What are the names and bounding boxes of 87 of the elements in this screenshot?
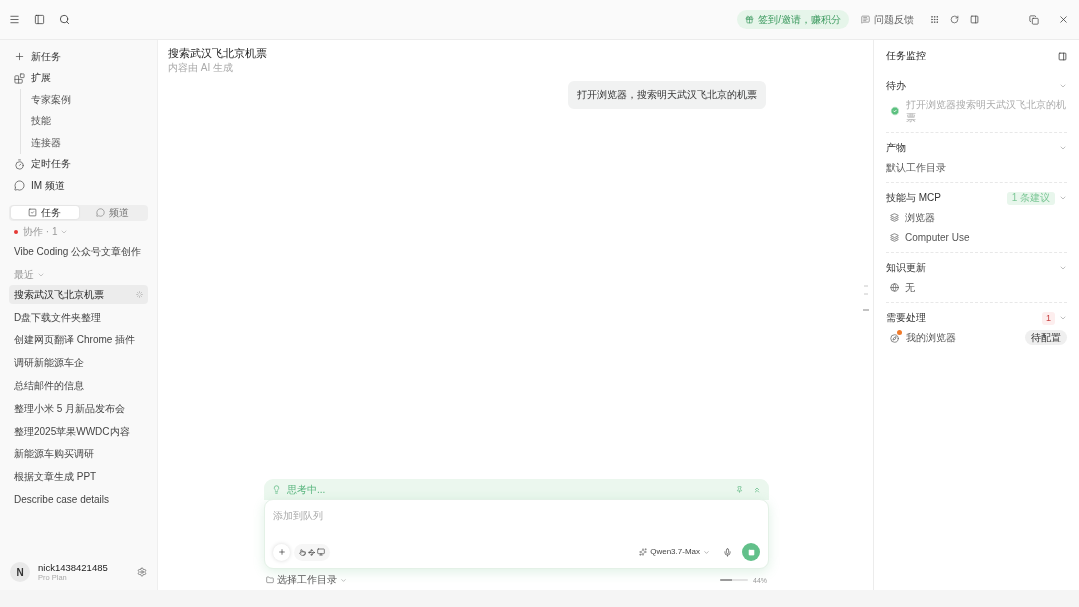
refresh-icon[interactable] xyxy=(950,15,959,24)
monitor-item-text: 浏览器 xyxy=(905,210,936,224)
tools-button[interactable] xyxy=(294,543,330,561)
monitor-item-text: Computer Use xyxy=(905,230,971,244)
sidebar-tab[interactable]: 任务 xyxy=(10,206,79,219)
task-item[interactable]: 总结邮件的信息 xyxy=(9,376,148,396)
nav-item[interactable]: 扩展 xyxy=(9,67,148,89)
plus-icon xyxy=(14,51,25,63)
feedback-icon xyxy=(861,15,870,24)
grip-icon[interactable] xyxy=(930,15,939,24)
stop-button[interactable] xyxy=(742,543,760,561)
waypoints-icon xyxy=(308,548,315,556)
task-item[interactable]: 新能源车购买调研 xyxy=(9,444,148,464)
section-title: 知识更新 xyxy=(886,263,926,273)
add-button[interactable] xyxy=(273,543,290,561)
sparkle-icon xyxy=(639,548,648,556)
chevron-down-icon[interactable] xyxy=(1059,264,1067,272)
chat-bubble-icon xyxy=(14,180,25,192)
task-item[interactable]: 调研新能源车企 xyxy=(9,353,148,373)
nav-subitem[interactable]: 专家案例 xyxy=(31,89,148,111)
menu-icon[interactable] xyxy=(9,14,20,25)
section-title: 需要处理 xyxy=(886,313,926,323)
globe-icon xyxy=(890,282,899,292)
sidebar-tab[interactable]: 频道 xyxy=(78,206,147,219)
conversation-title: 搜索武汉飞北京机票 xyxy=(168,48,268,59)
panel-title: 任务监控 xyxy=(886,51,926,61)
queue-input[interactable]: 添加到队列 xyxy=(273,508,760,522)
chevron-down-icon xyxy=(703,548,710,556)
blocks-icon xyxy=(14,72,25,84)
restore-window-icon[interactable] xyxy=(1029,14,1039,25)
monitor-item-text: 默认工作目录 xyxy=(886,160,947,174)
gift-icon xyxy=(745,15,755,24)
section-title: 待办 xyxy=(886,81,906,91)
sidebar-toggle-icon[interactable] xyxy=(34,14,45,25)
lightbulb-icon xyxy=(272,485,281,494)
chevron-down-icon xyxy=(340,576,347,584)
folder-icon xyxy=(266,576,274,584)
panel-icon[interactable] xyxy=(1058,51,1067,61)
status-text: 思考中... xyxy=(287,484,326,495)
monitor-item-text: 无 xyxy=(905,280,916,294)
compass-icon xyxy=(890,333,899,343)
count-badge: 1 xyxy=(1042,311,1055,325)
user-name: nick1438421485 xyxy=(38,562,109,572)
ai-disclaimer: 内容由 AI 生成 xyxy=(168,63,234,73)
model-selector[interactable]: Qwen3.7-Max xyxy=(639,548,710,556)
message-bubble: 打开浏览器，搜索明天武汉飞北京的机票 xyxy=(568,81,766,109)
monitor-item-text: 我的浏览器 xyxy=(906,331,957,344)
settings-icon[interactable] xyxy=(137,567,147,577)
timer-icon xyxy=(14,158,25,170)
dash-marks-icon xyxy=(863,285,869,311)
stop-icon xyxy=(747,548,755,556)
layers-icon xyxy=(890,232,899,242)
nav-subitem[interactable]: 连接器 xyxy=(31,132,148,154)
nav-item[interactable]: 新任务 xyxy=(9,46,148,68)
monitor-item-text: 打开浏览器搜索明天武汉飞北京的机票 xyxy=(906,98,1067,124)
chevron-down-icon[interactable] xyxy=(1059,82,1067,90)
monitor-icon xyxy=(317,548,325,556)
feedback-button[interactable]: 问题反馈 xyxy=(861,14,914,25)
checkbox-icon xyxy=(28,208,37,217)
task-item[interactable]: 整理小米 5 月新品发布会 xyxy=(9,399,148,419)
nav-item[interactable]: 定时任务 xyxy=(9,153,148,175)
task-item[interactable]: Vibe Coding 公众号文章创作 xyxy=(9,242,148,262)
section-title: 产物 xyxy=(886,143,906,153)
task-item[interactable]: 整理2025苹果WWDC内容 xyxy=(9,422,148,442)
chevron-down-icon[interactable] xyxy=(1059,314,1067,322)
plus-icon xyxy=(277,548,286,556)
nav-subitem[interactable]: 技能 xyxy=(31,110,148,132)
search-icon[interactable] xyxy=(59,14,70,25)
workdir-button[interactable]: 选择工作目录 xyxy=(266,575,347,585)
nav-item[interactable]: IM 频道 xyxy=(9,175,148,197)
task-item[interactable]: Describe case details xyxy=(9,490,148,510)
chevron-down-icon[interactable] xyxy=(1059,144,1067,152)
suggestion-badge: 1 条建议 xyxy=(1006,191,1055,205)
user-avatar[interactable]: N xyxy=(10,562,30,582)
panel-icon[interactable] xyxy=(970,15,979,24)
chat-bubble-icon xyxy=(96,208,105,217)
layers-icon xyxy=(890,212,899,222)
pointer-hand-icon xyxy=(299,548,306,556)
task-item[interactable]: 搜索武汉飞北京机票 xyxy=(9,285,148,305)
chevron-down-icon[interactable] xyxy=(1059,194,1067,202)
close-icon[interactable] xyxy=(1058,14,1069,25)
section-title: 技能与 MCP xyxy=(886,193,941,203)
task-item[interactable]: D盘下载文件夹整理 xyxy=(9,308,148,328)
task-item[interactable]: 创建网页翻译 Chrome 插件 xyxy=(9,330,148,350)
task-item[interactable]: 根据文章生成 PPT xyxy=(9,467,148,487)
microphone-icon[interactable] xyxy=(723,547,732,557)
configure-button[interactable]: 待配置 xyxy=(1025,330,1067,345)
